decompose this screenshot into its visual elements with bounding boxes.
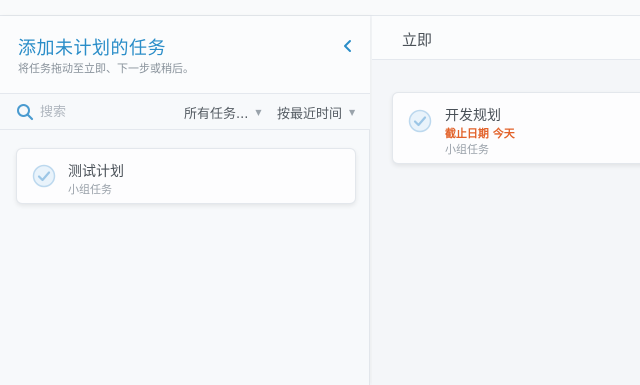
top-bar: [0, 0, 640, 16]
task-card[interactable]: 测试计划 小组任务: [16, 148, 356, 204]
check-circle-icon[interactable]: [408, 109, 432, 133]
caret-down-icon: ▼: [255, 108, 262, 117]
panel-title: 添加未计划的任务: [18, 38, 166, 59]
task-title: 测试计划: [68, 164, 124, 180]
chevron-left-icon: [344, 40, 351, 52]
sort-dropdown[interactable]: 按最近时间 ▼: [277, 103, 355, 122]
task-title: 开发规划: [445, 108, 501, 124]
task-filter-label: 所有任务...: [184, 107, 249, 122]
filter-bar: 所有任务... ▼ 按最近时间 ▼: [0, 94, 370, 130]
caret-down-icon: ▼: [349, 108, 356, 117]
panel-header: 添加未计划的任务 将任务拖动至立即、下一步或稍后。: [0, 16, 370, 94]
bucket-title: 立即: [402, 31, 433, 49]
task-filter-dropdown[interactable]: 所有任务... ▼: [184, 103, 262, 122]
task-group: 小组任务: [68, 183, 112, 196]
panel-subtitle: 将任务拖动至立即、下一步或稍后。: [18, 62, 194, 75]
bucket-header: 立即: [372, 16, 640, 60]
now-bucket-panel: 立即: [372, 16, 640, 385]
task-due-date: 截止日期 今天: [445, 127, 515, 140]
collapse-panel-button[interactable]: [338, 36, 358, 56]
task-card[interactable]: 开发规划 截止日期 今天 小组任务: [392, 92, 640, 164]
search-icon: [17, 104, 34, 121]
sort-label: 按最近时间: [277, 107, 343, 122]
search-input[interactable]: [40, 102, 160, 122]
task-group: 小组任务: [445, 143, 489, 156]
check-circle-icon[interactable]: [32, 164, 56, 188]
